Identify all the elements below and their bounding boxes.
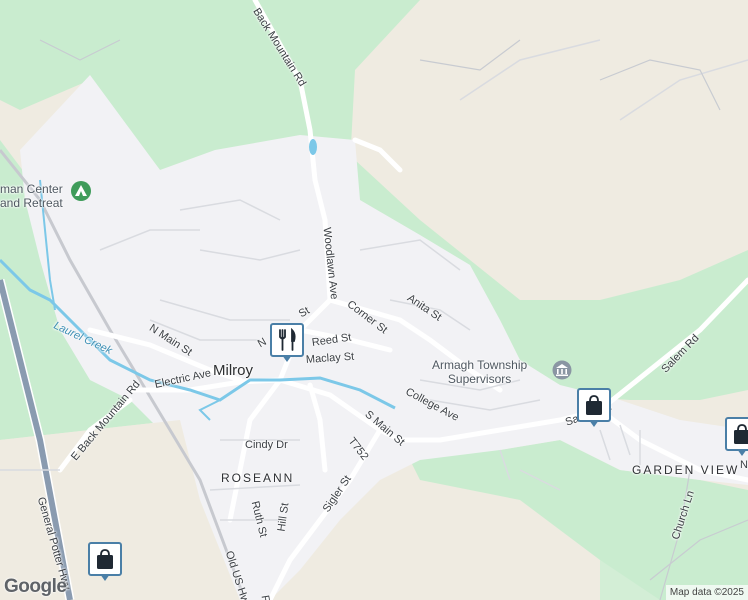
road-label-r-fragment: R	[258, 594, 272, 600]
google-logo[interactable]: Google	[4, 576, 67, 598]
shopping-pin-tail	[589, 420, 599, 427]
road-label-n-fragment-right: N	[740, 459, 748, 471]
poi-retreat-line1: man Center	[0, 182, 63, 196]
shopping-pin-east[interactable]	[725, 417, 748, 457]
place-label-milroy[interactable]: Milroy	[213, 363, 253, 378]
road-label-cindy-dr: Cindy Dr	[245, 439, 288, 451]
campground-icon[interactable]	[70, 180, 92, 202]
shopping-pin-box	[88, 542, 122, 576]
map-canvas[interactable]: Back Mountain Rd Woodlawn Ave Corner St …	[0, 0, 748, 600]
map-base-layer	[0, 0, 748, 600]
shopping-pin-salem[interactable]	[577, 388, 611, 428]
restaurant-pin-box	[270, 323, 304, 357]
restaurant-pin-tail	[282, 355, 292, 362]
shopping-pin-box	[725, 417, 748, 451]
poi-township-supervisors[interactable]: Armagh Township Supervisors	[432, 358, 527, 386]
shopping-bag-icon	[734, 424, 748, 444]
shopping-bag-icon	[97, 549, 113, 569]
poi-retreat-center[interactable]: man Center and Retreat	[0, 182, 63, 210]
shopping-pin-southwest[interactable]	[88, 542, 122, 582]
poi-township-line1: Armagh Township	[432, 358, 528, 372]
shopping-pin-box	[577, 388, 611, 422]
map-attribution[interactable]: Map data ©2025	[665, 585, 748, 600]
place-label-garden-view[interactable]: GARDEN VIEW	[632, 464, 739, 476]
poi-retreat-line2: and Retreat	[0, 196, 63, 210]
government-building-icon[interactable]	[552, 360, 572, 380]
shopping-pin-tail	[737, 449, 747, 456]
place-label-roseann[interactable]: ROSEANN	[221, 472, 294, 484]
shopping-pin-tail	[100, 574, 110, 581]
restaurant-icon	[279, 328, 296, 351]
restaurant-pin[interactable]	[270, 323, 304, 363]
poi-township-line2: Supervisors	[447, 372, 512, 386]
shopping-bag-icon	[586, 395, 602, 415]
